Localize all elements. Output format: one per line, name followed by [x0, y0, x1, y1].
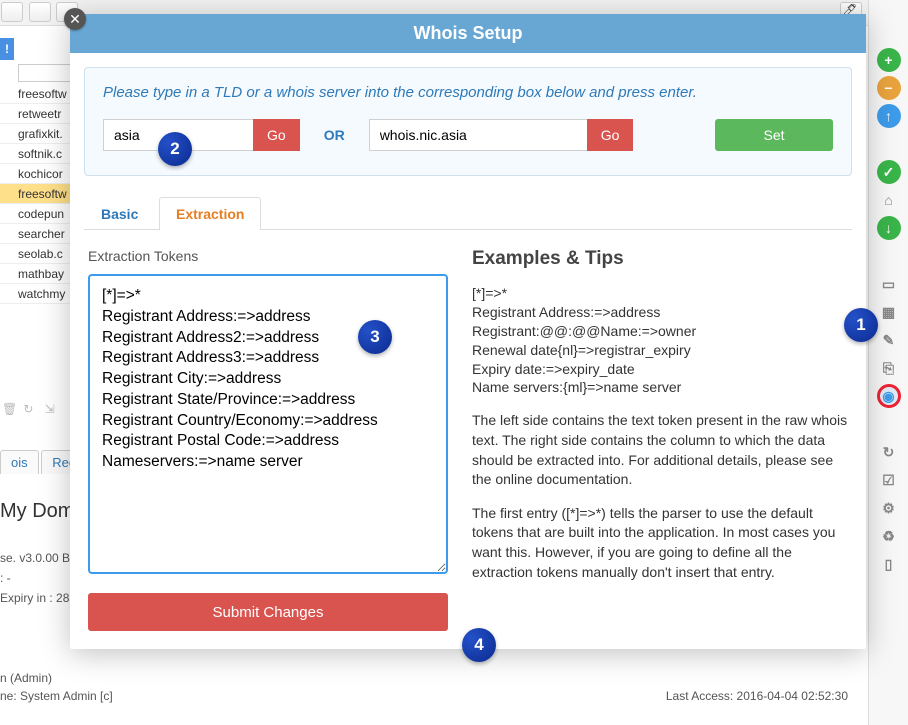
or-separator: OR — [314, 127, 355, 143]
tab-content-extraction: Extraction Tokens Submit Changes Example… — [84, 230, 852, 635]
tld-go-button[interactable]: Go — [253, 119, 300, 151]
callout-2: 2 — [158, 132, 192, 166]
whois-setup-modal: ✕ Whois Setup Please type in a TLD or a … — [70, 14, 866, 649]
modal-tabs: Basic Extraction — [84, 196, 852, 230]
lookup-prompt: Please type in a TLD or a whois server i… — [103, 84, 833, 101]
examples-heading: Examples & Tips — [472, 248, 848, 270]
server-go-button[interactable]: Go — [587, 119, 634, 151]
close-icon[interactable]: ✕ — [64, 8, 86, 30]
lookup-box: Please type in a TLD or a whois server i… — [84, 67, 852, 176]
callout-4: 4 — [462, 628, 496, 662]
submit-changes-button[interactable]: Submit Changes — [88, 593, 448, 631]
tab-basic[interactable]: Basic — [84, 197, 155, 230]
whois-server-input[interactable] — [369, 119, 587, 151]
callout-3: 3 — [358, 320, 392, 354]
examples-code: [*]=>* Registrant Address:=>address Regi… — [472, 284, 848, 397]
modal-title: Whois Setup — [70, 14, 866, 53]
modal-backdrop: ✕ Whois Setup Please type in a TLD or a … — [0, 0, 908, 725]
examples-paragraph-1: The left side contains the text token pr… — [472, 411, 848, 489]
examples-paragraph-2: The first entry ([*]=>*) tells the parse… — [472, 504, 848, 582]
extraction-tokens-label: Extraction Tokens — [88, 248, 448, 264]
callout-1: 1 — [844, 308, 878, 342]
set-button[interactable]: Set — [715, 119, 833, 151]
tab-extraction[interactable]: Extraction — [159, 197, 261, 230]
extraction-tokens-textarea[interactable] — [88, 274, 448, 574]
